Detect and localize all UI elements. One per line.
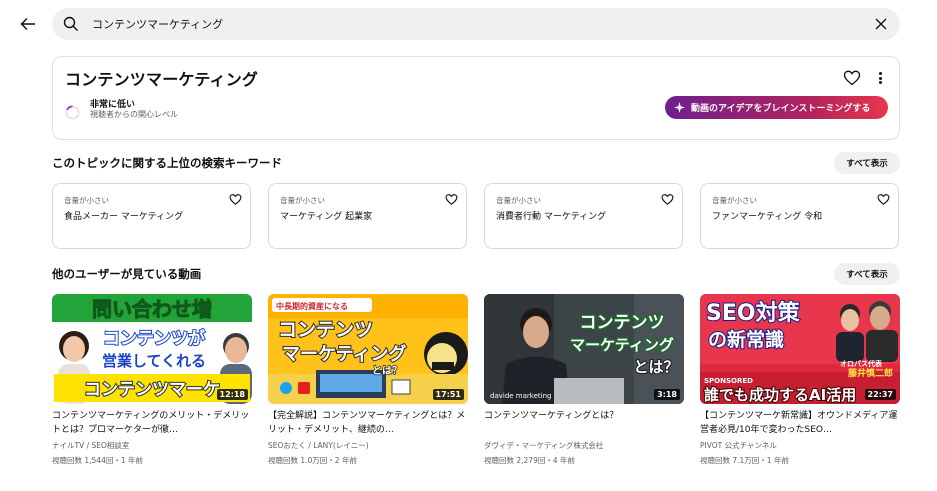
keyword-text: ファンマーケティング 令和 [712, 212, 823, 222]
thumbnail-text: コンテンツが [103, 328, 205, 349]
search-bar[interactable] [52, 8, 900, 40]
videos-section-title: 他のユーザーが見ている動画 [52, 267, 202, 281]
heart-icon[interactable] [843, 69, 861, 87]
video-thumbnail[interactable]: 中長期的資産になる コンテンツ マーケティング とは？ 17:51 [268, 294, 468, 404]
keyword-volume: 音量が小さい [64, 196, 109, 205]
keywords-section-title: このトピックに関する上位の検索キーワード [52, 156, 282, 170]
keyword-volume: 音量が小さい [280, 196, 325, 205]
search-icon [63, 16, 78, 31]
heart-icon[interactable] [445, 193, 458, 206]
video-duration: 22:37 [864, 389, 896, 400]
video-title[interactable]: 【完全解説】コンテンツマーケティングとは？メリット・デメリット、継続の… [268, 409, 468, 437]
thumbnail-text: 誰でも成功するAI活用 [704, 386, 856, 404]
video-channel[interactable]: SEOおたく / LANY(レイニー) [268, 440, 468, 451]
brainstorm-label: 動画のアイデアをブレインストーミングする [691, 104, 871, 114]
close-icon[interactable] [874, 17, 888, 31]
thumbnail-text: コンテンツ [580, 313, 665, 333]
thumbnail-text: オロパス代表 [840, 359, 883, 368]
keyword-text: マーケティング 起業家 [280, 212, 373, 222]
keyword-card[interactable]: 音量が小さい 食品メーカー マーケティング [52, 183, 251, 249]
thumbnail-text: SPONSORED [704, 377, 753, 385]
keyword-volume: 音量が小さい [496, 196, 541, 205]
keyword-text: 消費者行動 マーケティング [496, 212, 607, 222]
video-title[interactable]: 【コンテンツマーケ新常識】オウンドメディア運営者必見/10年で変わったSEO… [700, 409, 900, 437]
thumbnail-text: davide marketing [490, 392, 551, 400]
thumbnail-text: コンテンツマーケ [84, 380, 220, 400]
video-card[interactable]: コンテンツ マーケティング とは？ davide marketing 3:18 … [484, 294, 684, 466]
keyword-card[interactable]: 音量が小さい 消費者行動 マーケティング [484, 183, 683, 249]
arrow-left-icon [20, 18, 35, 30]
video-duration: 17:51 [432, 389, 464, 400]
video-card[interactable]: 中長期的資産になる コンテンツ マーケティング とは？ 17:51 【完全解説】… [268, 294, 468, 466]
video-duration: 3:18 [654, 389, 680, 400]
thumbnail-text: 中長期的資産になる [276, 301, 348, 311]
thumbnail-text: 藤井慎二郎 [848, 367, 893, 379]
video-stats: 視聴回数 1,544回・1 年前 [52, 456, 144, 465]
video-thumbnail[interactable]: コンテンツ マーケティング とは？ davide marketing 3:18 [484, 294, 684, 404]
videos-show-all-button[interactable]: すべて表示 [834, 263, 900, 285]
video-stats: 視聴回数 2,279回・4 年前 [484, 456, 576, 465]
heart-icon[interactable] [229, 193, 242, 206]
video-title[interactable]: コンテンツマーケティングのメリット・デメリットとは？プロマーケターが徹… [52, 409, 252, 437]
keyword-volume: 音量が小さい [712, 196, 757, 205]
thumbnail-text: コンテンツ [278, 319, 373, 341]
interest-meter-icon [65, 105, 80, 120]
video-channel[interactable]: ダヴィデ・マーケティング株式会社 [484, 440, 684, 451]
sparkle-icon [674, 102, 685, 113]
search-input[interactable] [92, 8, 852, 40]
topic-title: コンテンツマーケティング [65, 70, 259, 89]
thumbnail-text: とは？ [372, 365, 402, 377]
thumbnail-text: とは？ [633, 358, 678, 376]
keywords-show-all-button[interactable]: すべて表示 [834, 152, 900, 174]
thumbnail-text: SEO対策 [706, 300, 801, 326]
back-button[interactable] [14, 12, 42, 36]
thumbnail-text: 問い合わせ増 [92, 297, 212, 321]
video-duration: 12:18 [216, 389, 248, 400]
thumbnail-text: マーケティング [570, 336, 674, 354]
keyword-text: 食品メーカー マーケティング [64, 212, 184, 222]
thumbnail-text: マーケティング [282, 343, 407, 365]
video-title[interactable]: コンテンツマーケティングとは？ [484, 409, 684, 437]
heart-icon[interactable] [661, 193, 674, 206]
video-stats: 視聴回数 1.0万回・2 年前 [268, 456, 357, 465]
heart-icon[interactable] [877, 193, 890, 206]
video-thumbnail[interactable]: SEO対策 の新常識 SPONSORED 誰でも成功するAI活用 オロパス代表 … [700, 294, 900, 404]
video-card[interactable]: SEO対策 の新常識 SPONSORED 誰でも成功するAI活用 オロパス代表 … [700, 294, 900, 466]
brainstorm-button[interactable]: 動画のアイデアをブレインストーミングする [665, 96, 888, 119]
video-channel[interactable]: PIVOT 公式チャンネル [700, 440, 900, 451]
thumbnail-text: の新常識 [708, 328, 784, 351]
thumbnail-text: 営業してくれる [102, 352, 206, 370]
more-options-icon[interactable] [873, 70, 887, 86]
keyword-card[interactable]: 音量が小さい ファンマーケティング 令和 [700, 183, 899, 249]
keyword-card[interactable]: 音量が小さい マーケティング 起業家 [268, 183, 467, 249]
video-stats: 視聴回数 7.1万回・1 年前 [700, 456, 789, 465]
video-thumbnail[interactable]: 問い合わせ増 コンテンツが 営業してくれる コンテンツマーケ 12:18 [52, 294, 252, 404]
interest-description: 視聴者からの関心レベル [90, 110, 178, 119]
video-card[interactable]: 問い合わせ増 コンテンツが 営業してくれる コンテンツマーケ 12:18 コンテ… [52, 294, 252, 466]
video-channel[interactable]: ナイルTV / SEO相談室 [52, 440, 252, 451]
topic-card: コンテンツマーケティング 非常に低い 視聴者からの関心レベル 動画のアイデアをブ… [52, 56, 900, 140]
